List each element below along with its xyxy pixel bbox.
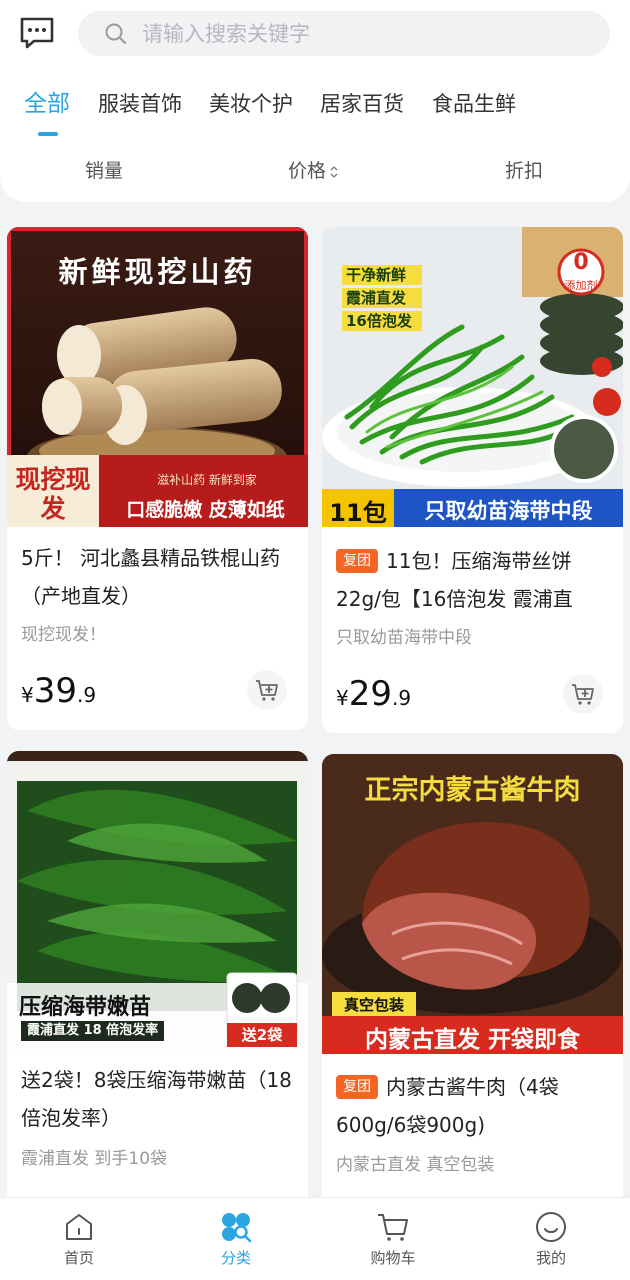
product-strip: 内蒙古直发 开袋即食: [364, 1027, 580, 1053]
product-title: 送2袋！8袋压缩海带嫩苗（18倍泡发率）: [21, 1068, 292, 1130]
add-cart-icon: [256, 680, 278, 701]
product-subtitle: 现挖现发！: [21, 625, 106, 645]
product-strip-small: 滋补山药 新鲜到家: [157, 473, 257, 487]
tab-food[interactable]: 食品生鲜: [432, 88, 516, 120]
sort-arrows-icon: [330, 165, 338, 178]
product-image: 干净新鲜 霞浦直发 16倍泡发 0 添加剂 11包 只取幼苗海带中段: [322, 227, 623, 527]
nav-category[interactable]: 分类: [176, 1198, 296, 1280]
product-strip: 口感脆嫩 皮薄如纸: [126, 499, 285, 521]
add-to-cart-button[interactable]: [247, 670, 287, 710]
product-card[interactable]: 正宗内蒙古酱牛肉 真空包装 内蒙古直发 开袋即食 复团 内蒙古酱牛肉（4袋600g…: [322, 754, 623, 1211]
sort-price-label: 价格: [288, 160, 327, 182]
product-banner: 正宗内蒙古酱牛肉: [364, 775, 581, 806]
sort-price[interactable]: 价格: [288, 158, 339, 184]
product-image: 新鲜现挖山药 现挖现发 滋补山药 新鲜到家 口感脆嫩 皮薄如纸: [7, 227, 308, 527]
price-decimal: .9: [392, 686, 412, 710]
nav-cart[interactable]: 购物车: [333, 1198, 453, 1280]
pack-badge: 真空包装: [343, 996, 404, 1014]
product-title: 5斤！ 河北蠡县精品铁棍山药（产地直发）: [21, 546, 281, 608]
nav-home[interactable]: 首页: [19, 1198, 139, 1280]
price-decimal: .9: [77, 683, 97, 707]
add-cart-icon: [572, 684, 594, 705]
profile-icon: [536, 1212, 566, 1242]
message-icon[interactable]: [18, 15, 56, 51]
add-to-cart-button[interactable]: [563, 674, 603, 714]
search-bar[interactable]: 请输入搜索关键字: [78, 11, 610, 56]
product-badge: 现挖现发: [15, 465, 91, 523]
nav-me[interactable]: 我的: [491, 1198, 611, 1280]
tab-home[interactable]: 居家百货: [320, 88, 404, 120]
product-image: 正宗内蒙古酱牛肉 真空包装 内蒙古直发 开袋即食: [322, 754, 623, 1054]
nav-me-label: 我的: [535, 1249, 566, 1267]
product-card[interactable]: 压缩海带嫩苗 霞浦直发 18 倍泡发率 送2袋 送2袋！8袋压缩海带嫩苗（18倍…: [7, 751, 308, 1211]
product-subtitle: 内蒙古直发 真空包装: [336, 1155, 495, 1175]
tab-clothing[interactable]: 服装首饰: [98, 88, 182, 120]
product-price: ¥39.9: [21, 671, 96, 711]
price-currency: ¥: [21, 683, 34, 707]
category-icon: [222, 1213, 252, 1243]
product-price: ¥29.9: [336, 674, 411, 714]
category-tabs: 全部 服装首饰 美妆个护 居家百货 食品生鲜: [0, 88, 630, 128]
group-tag: 复团: [336, 1075, 378, 1099]
nav-category-label: 分类: [220, 1249, 251, 1267]
product-subtitle: 只取幼苗海带中段: [336, 628, 472, 648]
bottom-nav: 首页 分类 购物车 我的: [0, 1197, 630, 1280]
label-line: 干净新鲜: [342, 265, 422, 285]
tab-indicator: [38, 132, 58, 136]
product-banner: 新鲜现挖山药: [58, 255, 257, 289]
product-labels: 干净新鲜 霞浦直发 16倍泡发: [342, 265, 422, 331]
nav-cart-label: 购物车: [370, 1249, 416, 1267]
header: 请输入搜索关键字 全部 服装首饰 美妆个护 居家百货 食品生鲜 销量 价格 折扣: [0, 0, 630, 202]
product-strip: 只取幼苗海带中段: [424, 499, 593, 523]
price-integer: 39: [33, 671, 77, 711]
label-line: 霞浦直发: [342, 288, 422, 308]
group-tag: 复团: [336, 549, 378, 573]
product-card[interactable]: 干净新鲜 霞浦直发 16倍泡发 0 添加剂 11包 只取幼苗海带中段 复团 11包…: [322, 227, 623, 733]
zero-additive-number: 0: [573, 250, 589, 275]
product-title: 复团 内蒙古酱牛肉（4袋600g/6袋900g): [336, 1068, 612, 1144]
label-line: 16倍泡发: [342, 311, 422, 331]
tab-beauty[interactable]: 美妆个护: [209, 88, 293, 120]
product-banner-sub: 霞浦直发 18 倍泡发率: [21, 1021, 165, 1041]
home-icon: [66, 1214, 92, 1240]
product-title: 复团 11包！压缩海带丝饼22g/包【16倍泡发 霞浦直: [336, 542, 612, 618]
tab-all[interactable]: 全部: [24, 88, 70, 120]
price-currency: ¥: [336, 686, 349, 710]
product-banner: 压缩海带嫩苗: [19, 995, 152, 1020]
gift-badge: 送2袋: [241, 1026, 283, 1044]
sort-sales[interactable]: 销量: [85, 158, 123, 184]
nav-home-label: 首页: [63, 1249, 94, 1267]
product-strip-left: 11包: [329, 499, 387, 527]
search-icon: [105, 23, 126, 44]
search-placeholder: 请输入搜索关键字: [142, 22, 310, 46]
product-card[interactable]: 新鲜现挖山药 现挖现发 滋补山药 新鲜到家 口感脆嫩 皮薄如纸 5斤！ 河北蠡县…: [7, 227, 308, 730]
cart-icon: [378, 1214, 408, 1241]
product-image: 压缩海带嫩苗 霞浦直发 18 倍泡发率 送2袋: [7, 751, 308, 1051]
sort-discount[interactable]: 折扣: [505, 158, 543, 184]
price-integer: 29: [348, 674, 392, 714]
product-subtitle: 霞浦直发 到手10袋: [21, 1149, 168, 1169]
zero-additive-text: 添加剂: [564, 279, 598, 292]
